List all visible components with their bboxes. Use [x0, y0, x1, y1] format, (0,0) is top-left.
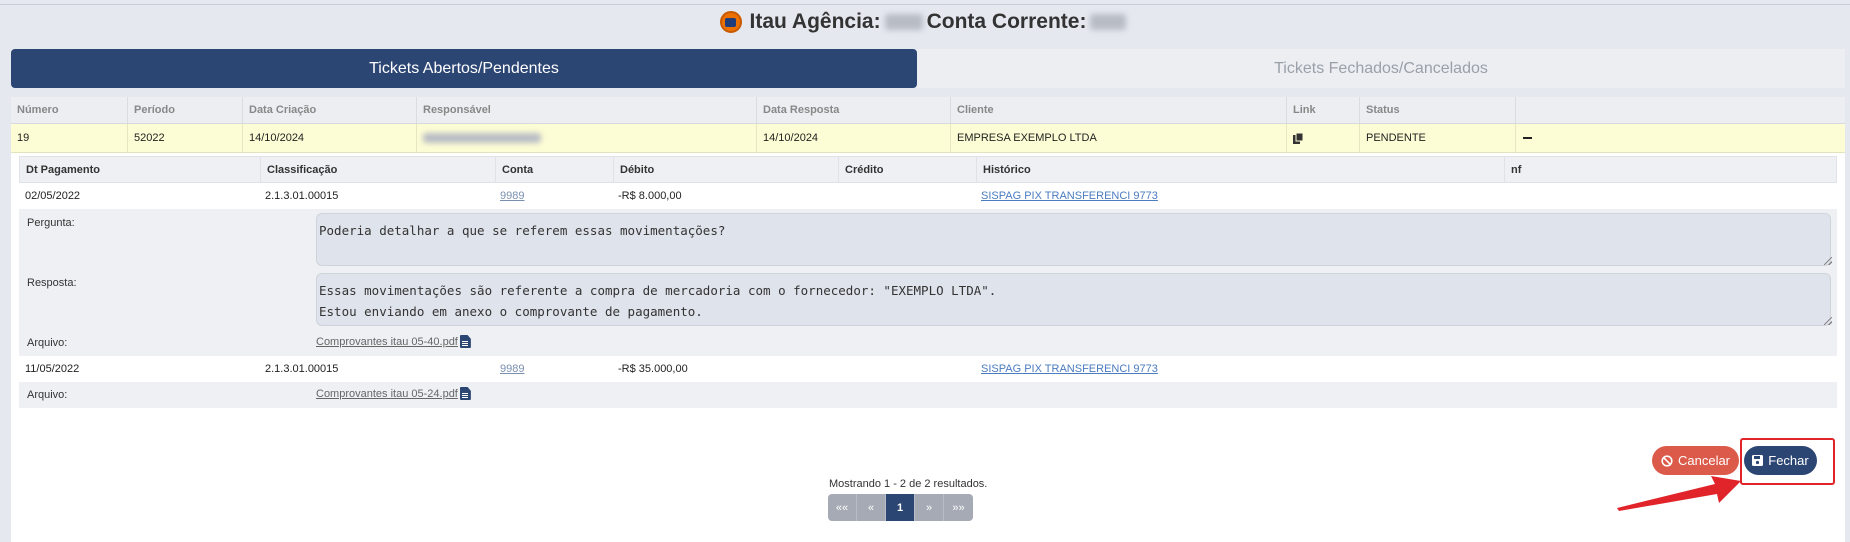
col-debito: Débito: [613, 157, 838, 182]
arquivo-label: Arquivo:: [27, 337, 68, 349]
col-responsavel: Responsável: [416, 97, 756, 123]
entry-credito: [837, 356, 975, 382]
col-toggle: [1515, 97, 1845, 123]
arquivo-row: Arquivo: Comprovantes itau 05-24.pdf: [19, 382, 1837, 408]
ticket-row[interactable]: 19 52022 14/10/2024 14/10/2024 EMPRESA E…: [11, 124, 1845, 153]
agencia-redacted: [884, 14, 923, 30]
conta-link[interactable]: 9989: [500, 190, 524, 202]
cancel-label: Cancelar: [1677, 453, 1731, 468]
arquivo-filename[interactable]: Comprovantes itau 05-24.pdf: [316, 388, 458, 400]
page-current[interactable]: 1: [886, 494, 915, 521]
resposta-label: Resposta:: [27, 277, 77, 289]
ticket-numero: 19: [17, 132, 30, 144]
ticket-tabs: Tickets Abertos/Pendentes Tickets Fechad…: [11, 49, 1845, 88]
tab-tickets-fechados[interactable]: Tickets Fechados/Cancelados: [917, 49, 1845, 88]
collapse-cell: [1515, 124, 1845, 152]
col-periodo: Período: [127, 97, 242, 123]
entry-credito: [837, 183, 975, 209]
account-header: Itau Agência: Conta Corrente:: [0, 6, 1850, 38]
highlight-box: [1740, 438, 1835, 485]
page-title: Itau Agência: Conta Corrente:: [719, 10, 1131, 34]
col-data-resposta: Data Resposta: [756, 97, 950, 123]
entry-conta: 9989: [494, 183, 612, 209]
col-conta: Conta: [495, 157, 613, 182]
page-prev[interactable]: «: [857, 494, 886, 521]
arquivo-label: Arquivo:: [27, 389, 68, 401]
entry-debito: -R$ 35.000,00: [618, 363, 688, 375]
ban-icon: [1661, 454, 1673, 467]
ticket-data-resposta: 14/10/2024: [756, 124, 950, 152]
entry-dt-pagamento: 02/05/2022: [25, 190, 81, 202]
col-historico: Histórico: [976, 157, 1504, 182]
arquivo-link[interactable]: Comprovantes itau 05-40.pdf: [316, 335, 471, 348]
historico-link[interactable]: SISPAG PIX TRANSFERENCI 9773: [981, 363, 1158, 375]
conta-label: Conta Corrente:: [926, 10, 1087, 33]
annotation-arrow-icon: [1617, 476, 1741, 511]
pagination: «« « 1 » »»: [828, 494, 973, 521]
conta-link[interactable]: 9989: [500, 363, 524, 375]
tab-tickets-abertos[interactable]: Tickets Abertos/Pendentes: [11, 49, 917, 88]
arquivo-filename[interactable]: Comprovantes itau 05-40.pdf: [316, 336, 458, 348]
col-nf: nf: [1504, 157, 1838, 182]
entry-row: 02/05/2022 2.1.3.01.00015 9989 -R$ 8.000…: [19, 183, 1837, 209]
col-dt-pagamento: Dt Pagamento: [26, 163, 100, 176]
entry-classificacao: 2.1.3.01.00015: [265, 190, 339, 202]
itau-logo-icon: [719, 11, 742, 33]
arquivo-link[interactable]: Comprovantes itau 05-24.pdf: [316, 387, 471, 400]
tickets-table-header: Número Período Data Criação Responsável …: [11, 97, 1845, 124]
ticket-cliente: EMPRESA EXEMPLO LTDA: [950, 124, 1286, 152]
entry-historico: SISPAG PIX TRANSFERENCI 9773: [975, 356, 1503, 382]
col-classificacao: Classificação: [260, 157, 495, 182]
entry-dt-pagamento: 11/05/2022: [25, 363, 80, 375]
col-cliente: Cliente: [950, 97, 1286, 123]
detail-table-header: Dt Pagamento Classificação Conta Débito …: [19, 156, 1837, 183]
copy-icon[interactable]: [1293, 132, 1303, 144]
col-numero: Número: [17, 104, 59, 116]
pergunta-section: Pergunta: Poderia detalhar a que se refe…: [19, 209, 1837, 269]
collapse-icon[interactable]: [1523, 137, 1532, 139]
tickets-panel: Número Período Data Criação Responsável …: [11, 97, 1845, 542]
entry-classificacao: 2.1.3.01.00015: [265, 363, 339, 375]
ticket-status: PENDENTE: [1359, 124, 1515, 152]
page-last[interactable]: »»: [944, 494, 973, 521]
agencia-label: Itau Agência:: [749, 10, 881, 33]
resize-grip-icon[interactable]: [1824, 317, 1832, 325]
results-summary: Mostrando 1 - 2 de 2 resultados.: [829, 478, 988, 490]
resize-grip-icon[interactable]: [1824, 257, 1832, 265]
ticket-data-criacao: 14/10/2024: [242, 124, 416, 152]
entry-historico: SISPAG PIX TRANSFERENCI 9773: [975, 183, 1503, 209]
resposta-textarea[interactable]: Essas movimentações são referente a comp…: [316, 273, 1831, 326]
ticket-periodo: 52022: [127, 124, 242, 152]
historico-link[interactable]: SISPAG PIX TRANSFERENCI 9773: [981, 190, 1158, 202]
entry-debito: -R$ 8.000,00: [618, 190, 682, 202]
pergunta-textarea[interactable]: Poderia detalhar a que se referem essas …: [316, 213, 1831, 266]
col-credito: Crédito: [838, 157, 976, 182]
entry-conta: 9989: [494, 356, 612, 382]
arquivo-row: Arquivo: Comprovantes itau 05-40.pdf: [19, 330, 1837, 356]
file-icon: [459, 387, 471, 400]
col-link: Link: [1286, 97, 1359, 123]
resposta-section: Resposta: Essas movimentações são refere…: [19, 269, 1837, 330]
conta-redacted: [1090, 14, 1127, 30]
col-data-criacao: Data Criação: [242, 97, 416, 123]
col-status: Status: [1359, 97, 1515, 123]
page-next[interactable]: »: [915, 494, 944, 521]
ticket-link: [1286, 124, 1359, 152]
entry-row: 11/05/2022 2.1.3.01.00015 9989 -R$ 35.00…: [19, 356, 1837, 382]
file-icon: [459, 335, 471, 348]
page-first[interactable]: ««: [828, 494, 857, 521]
responsavel-redacted: [423, 133, 541, 143]
ticket-responsavel: [416, 124, 756, 152]
pergunta-label: Pergunta:: [27, 217, 75, 229]
top-divider: [0, 4, 1850, 5]
